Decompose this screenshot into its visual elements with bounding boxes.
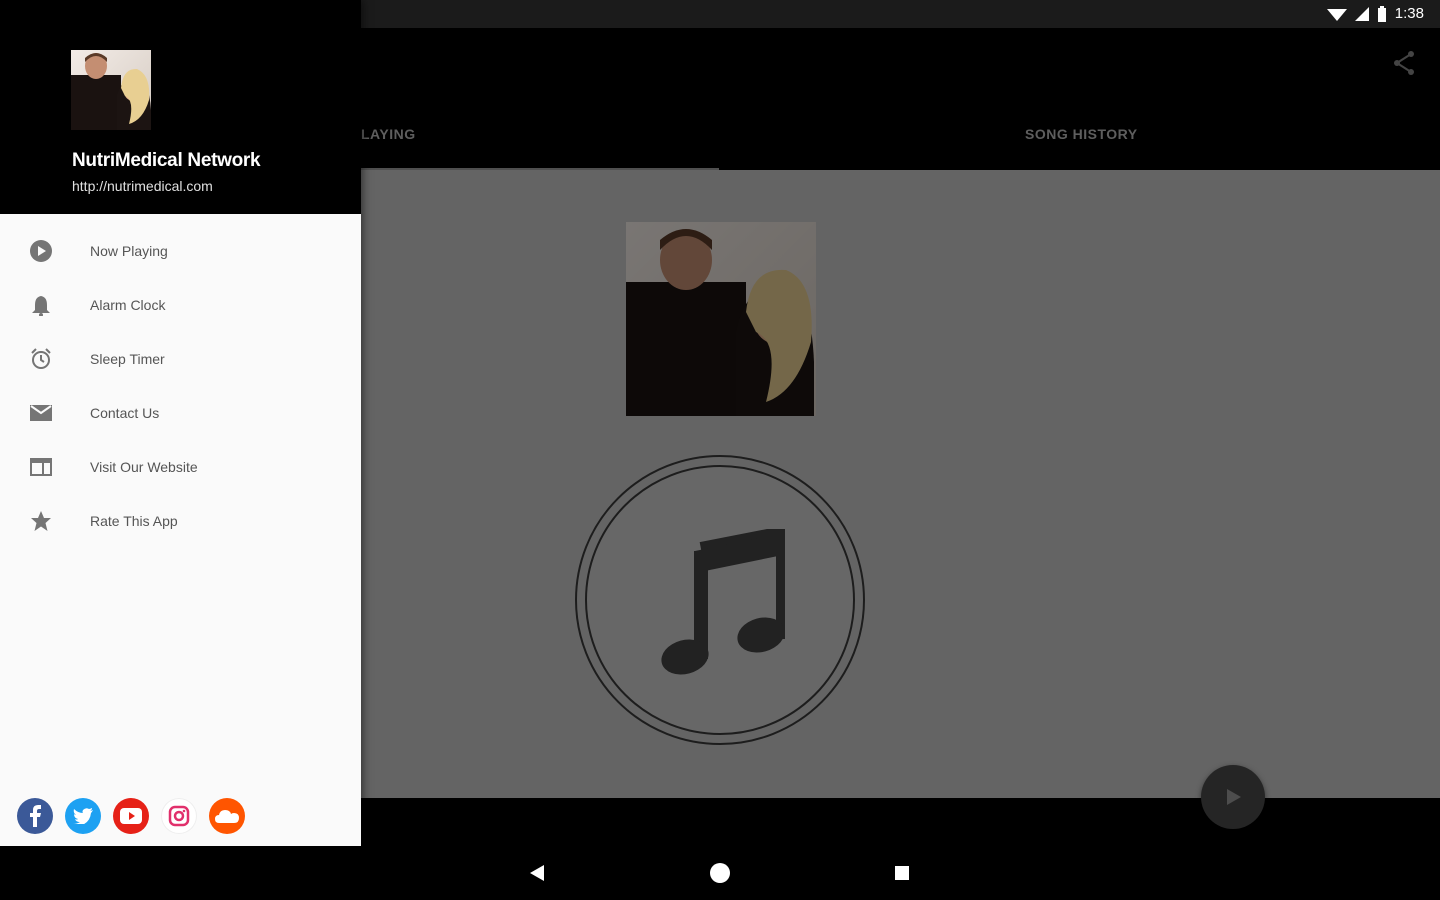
home-icon[interactable] (709, 862, 731, 884)
menu-item-label: Alarm Clock (90, 297, 166, 313)
menu-item-contact-us[interactable]: Contact Us (0, 386, 361, 440)
play-circle-icon (29, 239, 53, 263)
battery-icon (1377, 5, 1386, 22)
system-nav-bar (0, 846, 1440, 900)
station-url[interactable]: http://nutrimedical.com (72, 178, 213, 194)
facebook-icon[interactable] (17, 798, 53, 834)
share-icon[interactable] (1392, 50, 1416, 76)
recents-icon[interactable] (895, 866, 909, 880)
wifi-icon (1326, 8, 1347, 21)
menu-item-label: Rate This App (90, 513, 178, 529)
tab-now-playing[interactable]: LAYING (361, 126, 416, 142)
station-name: NutriMedical Network (72, 150, 261, 171)
back-icon[interactable] (530, 865, 546, 881)
menu-item-now-playing[interactable]: Now Playing (0, 224, 361, 278)
status-time: 1:38 (1394, 5, 1424, 22)
envelope-icon (29, 401, 53, 425)
menu-item-rate-app[interactable]: Rate This App (0, 494, 361, 548)
menu-item-label: Sleep Timer (90, 351, 165, 367)
cell-signal-icon (1354, 6, 1369, 21)
bell-icon (29, 293, 53, 317)
navigation-drawer: NutriMedical Network http://nutrimedical… (0, 0, 361, 846)
station-avatar (71, 50, 151, 130)
menu-item-label: Contact Us (90, 405, 160, 421)
youtube-icon[interactable] (113, 798, 149, 834)
alarm-clock-icon (29, 347, 53, 371)
twitter-icon[interactable] (65, 798, 101, 834)
music-note-icon (661, 529, 785, 675)
menu-item-label: Now Playing (90, 243, 168, 259)
menu-item-sleep-timer[interactable]: Sleep Timer (0, 332, 361, 386)
soundcloud-icon[interactable] (209, 798, 245, 834)
play-disc[interactable] (575, 455, 865, 745)
web-browser-icon (29, 455, 53, 479)
menu-item-label: Visit Our Website (90, 459, 198, 475)
tab-song-history[interactable]: SONG HISTORY (1025, 126, 1138, 142)
album-artwork (626, 222, 816, 416)
star-icon (29, 509, 53, 533)
play-icon (1227, 789, 1241, 805)
player-bottom-bar (361, 798, 1283, 846)
play-fab-button[interactable] (1201, 765, 1265, 829)
menu-item-visit-website[interactable]: Visit Our Website (0, 440, 361, 494)
menu-item-alarm-clock[interactable]: Alarm Clock (0, 278, 361, 332)
instagram-icon[interactable] (161, 798, 197, 834)
social-links (17, 798, 245, 834)
